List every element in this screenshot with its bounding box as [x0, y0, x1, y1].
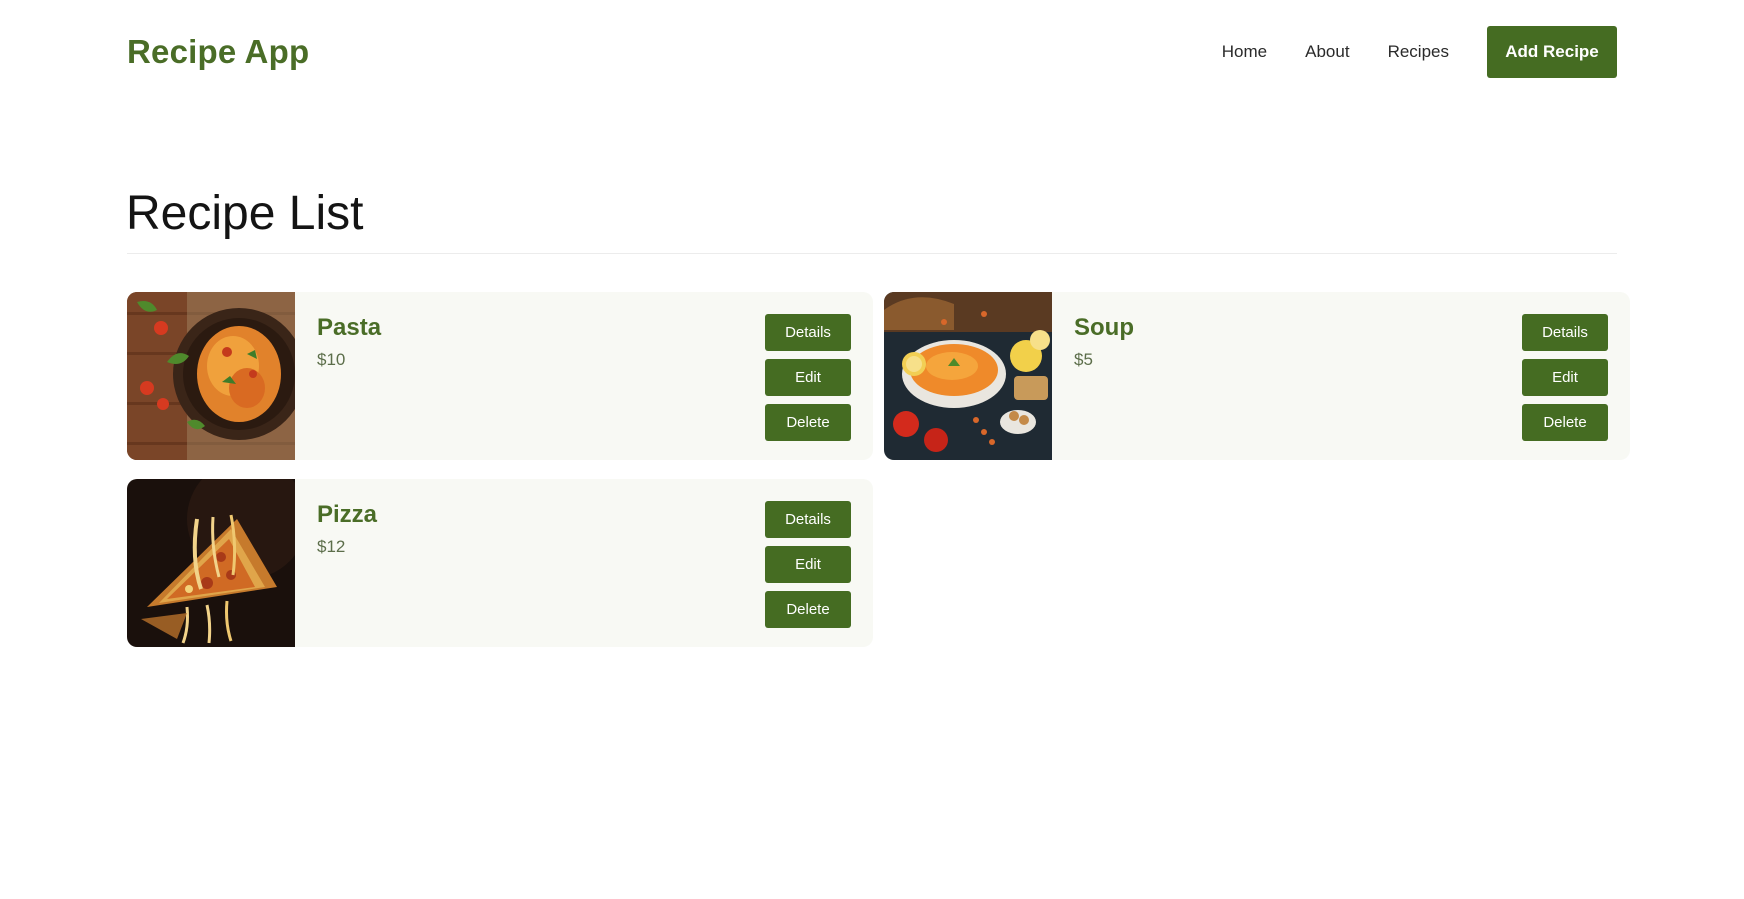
delete-button[interactable]: Delete — [1522, 404, 1608, 441]
edit-button[interactable]: Edit — [765, 359, 851, 396]
add-recipe-button[interactable]: Add Recipe — [1487, 26, 1617, 78]
recipe-card-body: Soup $5 Details Edit Delete — [1052, 292, 1630, 460]
delete-button[interactable]: Delete — [765, 404, 851, 441]
recipe-card-body: Pasta $10 Details Edit Delete — [295, 292, 873, 460]
app-logo-text[interactable]: Recipe App — [127, 33, 309, 71]
details-button[interactable]: Details — [765, 501, 851, 538]
recipe-actions: Details Edit Delete — [765, 501, 851, 636]
recipe-card-body: Pizza $12 Details Edit Delete — [295, 479, 873, 647]
edit-button[interactable]: Edit — [765, 546, 851, 583]
soup-photo — [884, 292, 1052, 460]
title-divider — [127, 253, 1617, 254]
recipe-card-pizza: Pizza $12 Details Edit Delete — [127, 479, 873, 647]
edit-button[interactable]: Edit — [1522, 359, 1608, 396]
top-header: Recipe App Home About Recipes Add Recipe — [127, 26, 1617, 78]
recipe-card-pasta: Pasta $10 Details Edit Delete — [127, 292, 873, 460]
nav-link-home[interactable]: Home — [1222, 42, 1267, 62]
delete-button[interactable]: Delete — [765, 591, 851, 628]
main-nav: Home About Recipes Add Recipe — [1222, 26, 1617, 78]
recipe-actions: Details Edit Delete — [1522, 314, 1608, 449]
recipe-card-soup: Soup $5 Details Edit Delete — [884, 292, 1630, 460]
pizza-photo — [127, 479, 295, 647]
details-button[interactable]: Details — [765, 314, 851, 351]
nav-link-recipes[interactable]: Recipes — [1388, 42, 1449, 62]
page-title: Recipe List — [126, 187, 364, 240]
pasta-photo — [127, 292, 295, 460]
nav-link-about[interactable]: About — [1305, 42, 1349, 62]
details-button[interactable]: Details — [1522, 314, 1608, 351]
recipe-actions: Details Edit Delete — [765, 314, 851, 449]
